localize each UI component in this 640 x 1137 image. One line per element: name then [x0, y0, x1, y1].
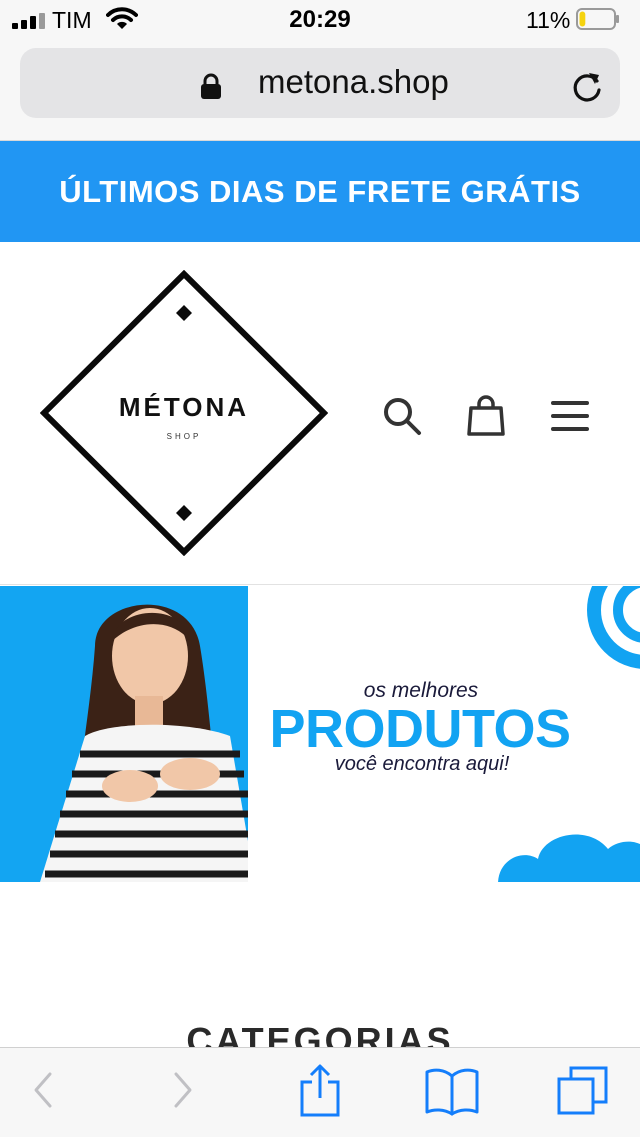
menu-icon[interactable] [548, 394, 592, 438]
model-illustration [0, 586, 255, 882]
decorative-rings-icon [587, 586, 640, 669]
back-icon[interactable] [30, 1068, 56, 1112]
banner-line-3: você encontra aqui! [334, 753, 510, 775]
battery-percent: 11% [526, 7, 571, 33]
store-logo[interactable]: MÉTONA SHOP [40, 270, 328, 556]
forward-icon[interactable] [170, 1068, 196, 1112]
url-text[interactable]: metona.shop [258, 63, 449, 101]
status-bar: TIM 20:29 11% [0, 0, 640, 40]
logo-subtitle: SHOP [166, 432, 202, 441]
address-bar[interactable]: metona.shop [20, 48, 620, 118]
shopping-bag-icon[interactable] [464, 394, 508, 438]
browser-toolbar [0, 1047, 640, 1137]
banner-model-photo [0, 586, 255, 882]
share-icon[interactable] [298, 1062, 342, 1118]
reload-icon[interactable] [570, 68, 604, 104]
hero-banner[interactable]: os melhores PRODUTOS você encontra aqui! [0, 586, 640, 882]
decorative-cloud-icon [498, 834, 640, 882]
search-icon[interactable] [380, 394, 424, 438]
promo-text: ÚLTIMOS DIAS DE FRETE GRÁTIS [59, 173, 581, 209]
battery-icon [576, 8, 619, 30]
promo-bar: ÚLTIMOS DIAS DE FRETE GRÁTIS [0, 141, 640, 242]
browser-address-area: metona.shop [0, 40, 640, 141]
logo-title: MÉTONA [118, 392, 250, 422]
bookmarks-icon[interactable] [424, 1066, 480, 1116]
tabs-icon[interactable] [556, 1064, 610, 1118]
banner-headline: PRODUTOS [269, 699, 571, 759]
lock-icon [201, 73, 221, 99]
store-header: MÉTONA SHOP [0, 242, 640, 585]
